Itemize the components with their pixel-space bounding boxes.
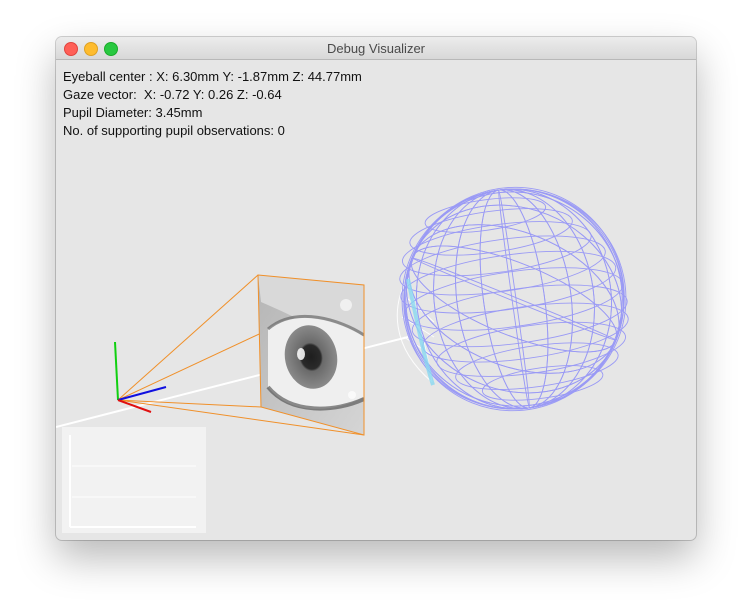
sphere-longitude-line bbox=[455, 189, 573, 409]
title-bar[interactable]: Debug Visualizer bbox=[56, 37, 696, 60]
debug-visualizer-window: Debug Visualizer Eyeball center: X: 6.3… bbox=[56, 37, 696, 540]
graph-panel-bg bbox=[62, 427, 206, 533]
sphere-crosshatch-line bbox=[408, 224, 620, 374]
pupil-band bbox=[406, 278, 435, 386]
sphere-latitude-line bbox=[400, 250, 617, 314]
sphere-longitude-line bbox=[405, 188, 623, 410]
sphere-crosshatch-line bbox=[406, 204, 622, 394]
sphere-crosshatch-line bbox=[404, 191, 624, 407]
sphere-crosshatch-line bbox=[404, 191, 624, 407]
sphere-longitude-line bbox=[405, 188, 623, 410]
sphere-longitude-line bbox=[455, 189, 573, 409]
sphere-latitude-line bbox=[455, 342, 619, 390]
sphere-longitude-line bbox=[401, 188, 627, 410]
eyeball-center-text: Eyeball center : X: 6.30mm Y: -1.87mm Z:… bbox=[63, 69, 362, 84]
sphere-latitude-line bbox=[411, 284, 628, 348]
sphere-crosshatch-line bbox=[408, 224, 620, 374]
axis-y-line bbox=[114, 341, 119, 401]
sphere-latitude-line bbox=[409, 208, 573, 256]
supporting-observations-text: No. of supporting pupil observations: 0 bbox=[63, 123, 285, 138]
sphere-crosshatch-line bbox=[406, 204, 622, 394]
eye-camera-image bbox=[257, 274, 365, 436]
window-title: Debug Visualizer bbox=[326, 41, 426, 56]
pupil-diameter-text: Pupil Diameter: 3.45mm bbox=[63, 105, 203, 120]
graph-panel bbox=[62, 427, 206, 533]
gaze-vector-text: Gaze vector: X: -0.72 Y: 0.26 Z: -0.64 bbox=[63, 87, 282, 102]
debug-info-panel: Eyeball center : X: 6.30mm Y: -1.87mm Z:… bbox=[63, 68, 362, 140]
